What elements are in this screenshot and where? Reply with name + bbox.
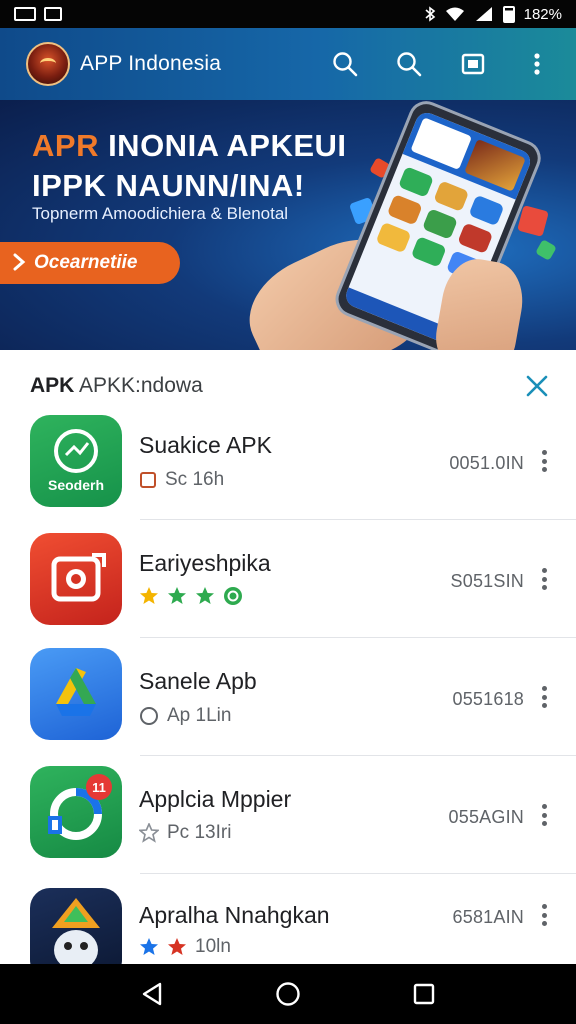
- list-item[interactable]: Eariyeshpika S051SIN: [0, 520, 576, 638]
- app-size: S051SIN: [450, 571, 524, 591]
- app-size: 0051.0IN: [449, 453, 524, 473]
- app-icon-red-camera: [30, 533, 122, 625]
- banner-headline-line2: IPPK NAUNN/INA!: [32, 168, 305, 203]
- star-icon: [140, 938, 158, 955]
- list-title: APK APKK:ndowa: [30, 374, 203, 397]
- app-meta: Ap 1Lin: [139, 705, 231, 727]
- notification-badge: 11: [86, 774, 112, 800]
- app-bar: APP Indonesia: [0, 28, 576, 100]
- list-item[interactable]: Apralha Nnahgkan 10ln 6581AIN: [0, 874, 576, 964]
- system-navigation-bar: [0, 964, 576, 1024]
- promo-banner[interactable]: APR INONIA APKEUI IPPK NAUNN/INA! Topner…: [0, 100, 576, 350]
- more-vert-icon: [534, 53, 540, 75]
- star-outline-icon: [139, 823, 159, 843]
- app-meta: Sc 16h: [139, 469, 224, 491]
- app-icon-blue-drive: [30, 648, 122, 740]
- recents-square-icon: [413, 983, 435, 1005]
- app-size: 6581AIN: [452, 907, 524, 927]
- app-icon-label: Seoderh: [47, 477, 104, 493]
- cast-icon: [461, 53, 485, 75]
- back-triangle-icon: [142, 982, 162, 1006]
- chevron-right-icon: [13, 253, 26, 271]
- more-vert-icon[interactable]: [540, 568, 548, 590]
- close-icon[interactable]: [524, 373, 550, 399]
- app-rating: [139, 586, 243, 606]
- more-vert-icon[interactable]: [540, 804, 548, 826]
- banner-cta-label: Ocearnetiie: [34, 252, 138, 273]
- app-name: Applcia Mppier: [139, 786, 292, 812]
- app-name: Sanele Apb: [139, 668, 257, 694]
- home-circle-icon: [276, 982, 300, 1006]
- app-name: Eariyeshpika: [139, 550, 271, 576]
- more-vert-icon[interactable]: [540, 686, 548, 708]
- back-button[interactable]: [138, 980, 166, 1008]
- app-meta: Pc 13Iri: [139, 822, 231, 844]
- home-button[interactable]: [274, 980, 302, 1008]
- overflow-menu-button[interactable]: [522, 49, 552, 79]
- circle-outline-icon: [140, 707, 158, 725]
- cast-button[interactable]: [458, 49, 488, 79]
- app-logo-avatar[interactable]: [26, 42, 70, 86]
- recents-button[interactable]: [410, 980, 438, 1008]
- app-icon-green-search: Seoderh: [30, 415, 122, 507]
- banner-headline: APR INONIA APKEUI: [32, 128, 347, 163]
- apk-list-panel: APK APKK:ndowa Seoderh Suakice APK Sc 16…: [0, 350, 576, 964]
- bluetooth-icon: [425, 6, 435, 22]
- app-size: 0551618: [452, 689, 524, 709]
- image-notification-icon: [44, 7, 62, 21]
- star-icon: [196, 587, 214, 604]
- app-title: APP Indonesia: [80, 52, 222, 75]
- more-vert-icon[interactable]: [540, 904, 548, 926]
- app-rating: 10ln: [139, 936, 231, 958]
- list-item[interactable]: 11 Applcia Mppier Pc 13Iri 055AGIN: [0, 756, 576, 874]
- square-outline-icon: [140, 472, 156, 488]
- wifi-icon: [445, 7, 464, 21]
- verified-badge-icon: [224, 587, 242, 605]
- more-vert-icon[interactable]: [540, 450, 548, 472]
- search-button-secondary[interactable]: [394, 49, 424, 79]
- app-name: Suakice APK: [139, 432, 272, 458]
- star-icon: [168, 938, 186, 955]
- banner-subtitle: Topnerm Amoodichiera & Blenotal: [32, 204, 289, 223]
- battery-percentage: 182%: [523, 5, 562, 23]
- list-item[interactable]: Seoderh Suakice APK Sc 16h 0051.0IN: [0, 402, 576, 520]
- signal-icon: [475, 7, 492, 21]
- app-name: Apralha Nnahgkan: [139, 902, 330, 928]
- search-icon: [397, 52, 422, 77]
- star-icon: [168, 587, 186, 604]
- app-icon-game-character: [30, 888, 122, 964]
- star-icon: [140, 587, 158, 604]
- list-item[interactable]: Sanele Apb Ap 1Lin 0551618: [0, 638, 576, 756]
- app-size: 055AGIN: [448, 807, 524, 827]
- app-icon-green-chart: 11: [30, 766, 122, 858]
- status-bar: 182%: [0, 0, 576, 28]
- notification-icon: [14, 7, 36, 21]
- battery-icon: [502, 5, 515, 23]
- search-icon: [333, 52, 358, 77]
- search-button[interactable]: [330, 49, 360, 79]
- banner-cta-button[interactable]: Ocearnetiie: [0, 242, 180, 284]
